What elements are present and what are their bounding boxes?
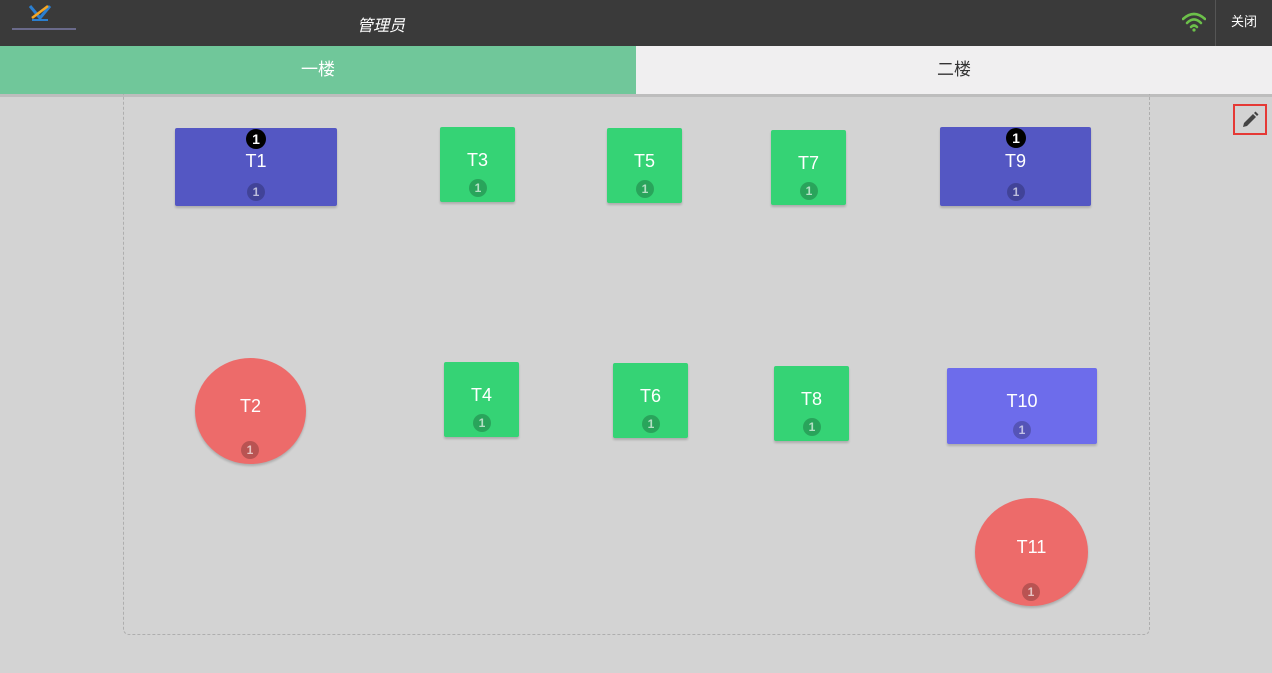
seat-count-badge: 1	[473, 414, 491, 432]
seat-count-badge: 1	[803, 418, 821, 436]
wifi-icon	[1181, 12, 1207, 32]
top-bar: 管理员 关闭	[0, 0, 1272, 46]
pencil-icon	[1243, 111, 1259, 127]
order-count-badge: 1	[1006, 128, 1026, 148]
table-name: T8	[800, 389, 822, 409]
table-t8[interactable]: T8 1	[774, 366, 849, 441]
seat-count-badge: 1	[1013, 421, 1031, 439]
floor-tabs: 一楼 二楼	[0, 46, 1272, 94]
edit-layout-button[interactable]	[1233, 104, 1267, 135]
table-t3[interactable]: T3 1	[440, 127, 515, 202]
seat-count-badge: 1	[247, 183, 265, 201]
seat-count-badge: 1	[800, 182, 818, 200]
user-title: 管理员	[357, 16, 406, 35]
table-t4[interactable]: T4 1	[444, 362, 519, 437]
table-t10[interactable]: T10 1	[947, 368, 1097, 444]
tab-floor-2[interactable]: 二楼	[636, 46, 1272, 94]
table-name: T2	[239, 396, 261, 416]
table-t6[interactable]: T6 1	[613, 363, 688, 438]
table-t9[interactable]: 1 T9 1	[940, 127, 1091, 206]
table-name: T7	[797, 153, 819, 173]
table-t5[interactable]: T5 1	[607, 128, 682, 203]
table-name: T5	[633, 151, 655, 171]
table-t1[interactable]: 1 T1 1	[175, 128, 337, 206]
table-name: T10	[1006, 391, 1038, 411]
seat-count-badge: 1	[642, 415, 660, 433]
table-name: T1	[245, 151, 267, 171]
seat-count-badge: 1	[469, 179, 487, 197]
table-name: T4	[470, 385, 492, 405]
table-t2[interactable]: T2 1	[195, 358, 306, 464]
company-logo	[10, 4, 78, 38]
tab-floor-1[interactable]: 一楼	[0, 46, 636, 94]
table-name: T6	[639, 386, 661, 406]
table-name: T3	[466, 150, 488, 170]
seat-count-badge: 1	[1022, 583, 1040, 601]
table-t7[interactable]: T7 1	[771, 130, 846, 205]
table-name: T9	[1004, 151, 1026, 171]
seat-count-badge: 1	[241, 441, 259, 459]
seat-count-badge: 1	[636, 180, 654, 198]
close-button[interactable]: 关闭	[1216, 0, 1272, 46]
order-count-badge: 1	[246, 129, 266, 149]
table-name: T11	[1016, 537, 1047, 557]
seat-count-badge: 1	[1007, 183, 1025, 201]
table-t11[interactable]: T11 1	[975, 498, 1088, 606]
